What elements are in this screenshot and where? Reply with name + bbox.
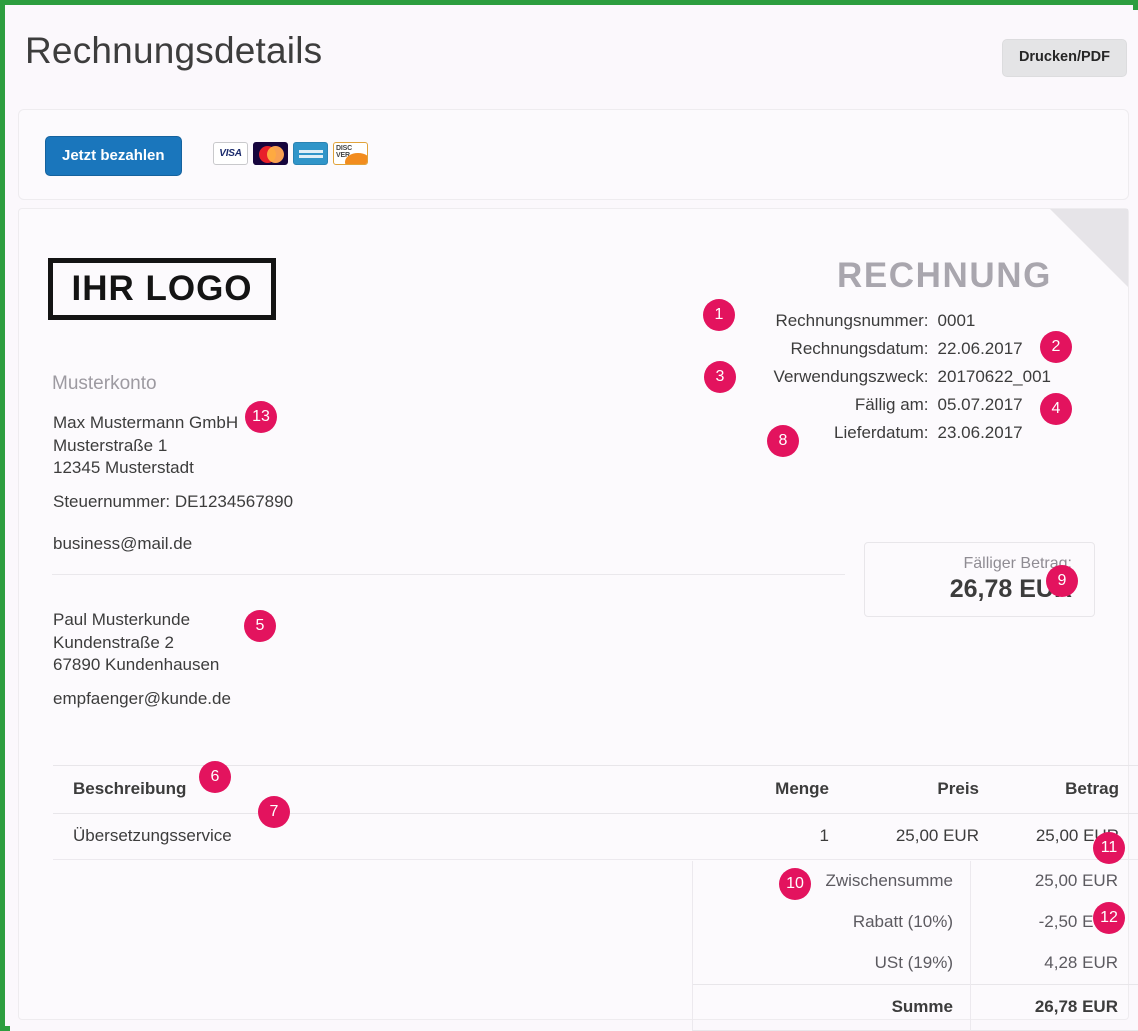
print-pdf-button[interactable]: Drucken/PDF (1001, 39, 1127, 77)
due-amount-value: 26,78 EUR (949, 575, 1072, 603)
payment-bar: Jetzt bezahlen VISA DISC VER (18, 109, 1129, 200)
sender-email: business@mail.de (53, 534, 193, 553)
invoice-card: IHR LOGO RECHNUNG Rechnungsnummer: 0001 … (18, 208, 1138, 1031)
meta-row-invoice-number: Rechnungsnummer: 0001 (774, 307, 1051, 335)
callout-badge-3: 3 (704, 361, 736, 393)
totals-row-sum: Summe 26,78 EUR (692, 984, 1138, 1031)
cell-description: Übersetzungsservice (53, 813, 693, 860)
meta-row-invoice-date: Rechnungsdatum: 22.06.2017 (774, 335, 1051, 363)
meta-label-due-date: Fällig am: (854, 395, 929, 414)
meta-row-reference: Verwendungszweck: 20170622_001 (774, 363, 1051, 391)
cell-quantity: 1 (693, 813, 829, 860)
totals-label-discount: Rabatt (10%) (692, 902, 971, 943)
discover-icon: DISC VER (333, 142, 368, 165)
account-name: Musterkonto (52, 373, 157, 394)
meta-row-due-date: Fällig am: 05.07.2017 (774, 391, 1051, 419)
page-frame: Rechnungsdetails Drucken/PDF Jetzt bezah… (0, 0, 1138, 1031)
page-body: Rechnungsdetails Drucken/PDF Jetzt bezah… (10, 10, 1138, 1031)
visa-icon: VISA (213, 142, 248, 165)
totals-value-subtotal: 25,00 EUR (970, 861, 1138, 902)
callout-badge-8: 8 (767, 425, 799, 457)
accepted-cards: VISA DISC VER (213, 142, 368, 165)
callout-badge-11: 11 (1093, 832, 1125, 864)
sender-tax-number: Steuernummer: DE1234567890 (53, 492, 294, 511)
table-row: Übersetzungsservice 1 25,00 EUR 25,00 EU… (53, 813, 1138, 860)
totals-row-discount: Rabatt (10%) -2,50 EUR (692, 902, 1138, 943)
callout-badge-6: 6 (199, 761, 231, 793)
callout-badge-5: 5 (244, 610, 276, 642)
column-header-quantity: Menge (693, 765, 829, 814)
address-divider (52, 574, 845, 575)
due-amount-label: Fälliger Betrag: (963, 555, 1073, 572)
callout-badge-10: 10 (779, 868, 811, 900)
column-header-description: Beschreibung (53, 765, 693, 814)
totals-label-subtotal: Zwischensumme (692, 861, 971, 902)
company-logo: IHR LOGO (48, 258, 276, 320)
recipient-email: empfaenger@kunde.de (53, 689, 231, 708)
callout-badge-2: 2 (1040, 331, 1072, 363)
column-header-amount: Betrag (979, 765, 1138, 814)
sender-address: Max Mustermann GmbH Musterstraße 1 12345… (53, 413, 239, 477)
pay-now-button[interactable]: Jetzt bezahlen (45, 136, 182, 176)
amex-icon (293, 142, 328, 165)
meta-value-due-date: 05.07.2017 (937, 395, 1023, 414)
folded-corner-decoration (1050, 209, 1128, 287)
callout-badge-7: 7 (258, 796, 290, 828)
totals-value-vat: 4,28 EUR (970, 943, 1138, 985)
logo-text: IHR LOGO (71, 269, 253, 308)
meta-value-invoice-date: 22.06.2017 (937, 339, 1023, 358)
recipient-address: Paul Musterkunde Kundenstraße 2 67890 Ku… (53, 610, 220, 674)
totals-row-subtotal: Zwischensumme 25,00 EUR (692, 861, 1138, 902)
meta-value-invoice-number: 0001 (937, 311, 976, 330)
totals-label-sum: Summe (692, 984, 971, 1031)
column-header-price: Preis (829, 765, 979, 814)
callout-badge-13: 13 (245, 401, 277, 433)
totals-row-vat: USt (19%) 4,28 EUR (692, 943, 1138, 985)
callout-badge-4: 4 (1040, 393, 1072, 425)
callout-badge-1: 1 (703, 299, 735, 331)
totals-table: Zwischensumme 25,00 EUR Rabatt (10%) -2,… (692, 861, 1138, 1031)
meta-value-delivery-date: 23.06.2017 (937, 423, 1023, 442)
meta-label-invoice-date: Rechnungsdatum: (790, 339, 929, 358)
meta-label-invoice-number: Rechnungsnummer: (775, 311, 929, 330)
page-title: Rechnungsdetails (25, 30, 323, 71)
totals-label-vat: USt (19%) (692, 943, 971, 985)
meta-row-delivery-date: Lieferdatum: 23.06.2017 (774, 419, 1051, 447)
invoice-meta-table: Rechnungsnummer: 0001 Rechnungsdatum: 22… (774, 307, 1051, 447)
callout-badge-12: 12 (1093, 902, 1125, 934)
totals-value-sum: 26,78 EUR (970, 984, 1138, 1031)
meta-value-reference: 20170622_001 (937, 367, 1051, 386)
invoice-heading: RECHNUNG (836, 256, 1052, 295)
meta-label-reference: Verwendungszweck: (773, 367, 929, 386)
mastercard-icon (253, 142, 288, 165)
cell-price: 25,00 EUR (829, 813, 979, 860)
page-header: Rechnungsdetails Drucken/PDF (10, 10, 1138, 102)
callout-badge-9: 9 (1046, 565, 1078, 597)
